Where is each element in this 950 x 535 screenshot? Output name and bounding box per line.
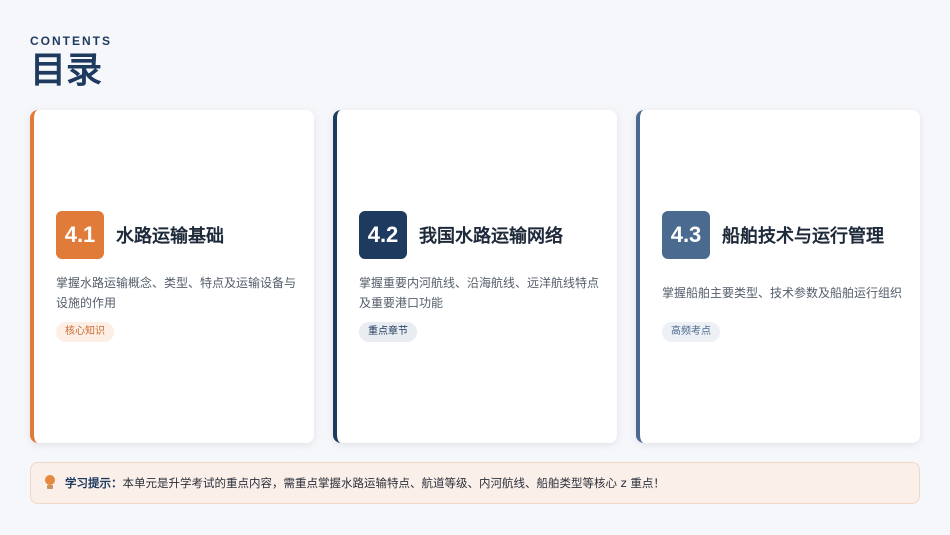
card-header: 4.2 我国水路运输网络 [359, 211, 563, 259]
tip-label: 学习提示： [65, 476, 123, 490]
section-tag: 核心知识 [56, 322, 114, 342]
section-number-badge: 4.2 [359, 211, 407, 259]
section-description: 掌握水路运输概念、类型、特点及运输设备与设施的作用 [56, 276, 297, 310]
contents-cards: 4.1 水路运输基础 掌握水路运输概念、类型、特点及运输设备与设施的作用 核心知… [30, 110, 920, 443]
section-card-4-2[interactable]: 4.2 我国水路运输网络 掌握重要内河航线、沿海航线、远洋航线特点及重要港口功能… [333, 110, 617, 443]
section-title: 水路运输基础 [116, 226, 224, 247]
study-tip-box: 学习提示： 本单元是升学考试的重点内容，需重点掌握水路运输特点、航道等级、内河航… [30, 462, 920, 504]
section-tag: 高频考点 [662, 322, 720, 342]
section-card-4-1[interactable]: 4.1 水路运输基础 掌握水路运输概念、类型、特点及运输设备与设施的作用 核心知… [30, 110, 314, 443]
section-title: 船舶技术与运行管理 [722, 226, 884, 247]
section-description: 掌握船舶主要类型、技术参数及船舶运行组织 [662, 286, 903, 300]
section-title: 我国水路运输网络 [419, 226, 563, 247]
page-header: CONTENTS 目录 [30, 34, 112, 92]
section-card-4-3[interactable]: 4.3 船舶技术与运行管理 掌握船舶主要类型、技术参数及船舶运行组织 高频考点 [636, 110, 920, 443]
section-tag: 重点章节 [359, 322, 417, 342]
card-header: 4.3 船舶技术与运行管理 [662, 211, 884, 259]
lightbulb-icon [43, 475, 57, 491]
page-subtitle: CONTENTS [30, 34, 112, 48]
section-description: 掌握重要内河航线、沿海航线、远洋航线特点及重要港口功能 [359, 276, 600, 310]
card-header: 4.1 水路运输基础 [56, 211, 224, 259]
page-title: 目录 [30, 50, 103, 91]
tip-text: 本单元是升学考试的重点内容，需重点掌握水路运输特点、航道等级、内河航线、船舶类型… [122, 476, 665, 490]
section-number-badge: 4.1 [56, 211, 104, 259]
section-number-badge: 4.3 [662, 211, 710, 259]
